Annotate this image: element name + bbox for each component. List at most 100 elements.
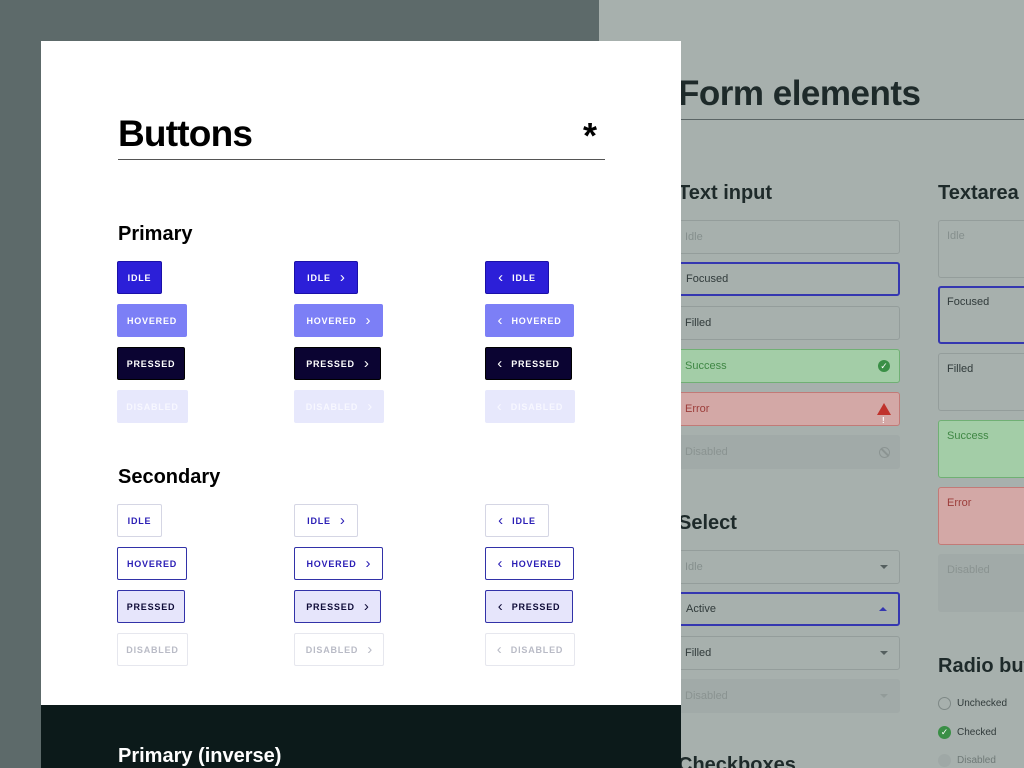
text-input-idle-placeholder: Idle (685, 231, 703, 243)
text-input-heading: Text input (678, 182, 773, 204)
secondary-hovered-button[interactable]: HOVERED (117, 547, 187, 580)
text-input-filled-value: Filled (685, 317, 712, 329)
textarea-filled[interactable]: Filled (938, 353, 1024, 411)
button-label: PRESSED (511, 601, 561, 612)
text-input-success-value: Success (685, 360, 727, 372)
textarea-disabled-value: Disabled (947, 564, 990, 576)
button-label: DISABLED (510, 401, 564, 412)
secondary-pressed-back-button[interactable]: ‹ PRESSED (485, 590, 573, 623)
chevron-left-icon: ‹ (497, 555, 503, 572)
button-label: PRESSED (511, 358, 560, 369)
button-label: DISABLED (305, 644, 359, 655)
chevron-right-icon: › (339, 512, 345, 529)
text-input-idle[interactable]: Idle (678, 220, 900, 254)
chevron-left-icon: ‹ (497, 312, 503, 329)
select-filled[interactable]: Filled (678, 636, 900, 670)
chevron-right-icon: › (365, 555, 371, 572)
button-label: PRESSED (126, 358, 176, 369)
warning-icon (877, 402, 891, 437)
primary-inverse-heading: Primary (inverse) (118, 745, 282, 767)
button-label: IDLE (307, 515, 331, 526)
chevron-right-icon: › (339, 269, 345, 286)
chevron-left-icon: ‹ (498, 269, 504, 286)
secondary-hovered-next-button[interactable]: HOVERED › (294, 547, 383, 580)
select-heading: Select (678, 512, 737, 534)
button-label: DISABLED (126, 401, 179, 412)
chevron-left-icon: ‹ (496, 398, 502, 415)
secondary-idle-next-button[interactable]: IDLE › (294, 504, 358, 537)
primary-pressed-back-button[interactable]: ‹ PRESSED (485, 347, 572, 380)
radio-unchecked-label: Unchecked (957, 698, 1008, 709)
secondary-idle-back-button[interactable]: ‹ IDLE (485, 504, 549, 537)
button-label: IDLE (127, 272, 152, 283)
select-filled-value: Filled (685, 647, 712, 659)
primary-hovered-button[interactable]: HOVERED (117, 304, 187, 337)
radio-checked-label: Checked (957, 727, 997, 738)
text-input-disabled-value: Disabled (685, 446, 728, 458)
textarea-focused[interactable]: Focused (938, 286, 1024, 344)
primary-disabled-next-button: DISABLED › (294, 390, 384, 423)
button-label: HOVERED (511, 315, 562, 326)
textarea-error-value: Error (947, 497, 972, 509)
chevron-down-icon (877, 560, 891, 574)
primary-idle-back-button[interactable]: ‹ IDLE (485, 261, 549, 294)
primary-disabled-button: DISABLED (117, 390, 188, 423)
secondary-hovered-back-button[interactable]: ‹ HOVERED (485, 547, 574, 580)
primary-heading: Primary (118, 223, 193, 245)
secondary-disabled-next-button: DISABLED › (294, 633, 384, 666)
radio-disabled: Disabled (938, 754, 996, 767)
primary-idle-next-button[interactable]: IDLE › (294, 261, 358, 294)
buttons-title: Buttons (118, 113, 253, 154)
primary-idle-button[interactable]: IDLE (117, 261, 162, 294)
select-idle[interactable]: Idle (678, 550, 900, 584)
primary-hovered-next-button[interactable]: HOVERED › (294, 304, 383, 337)
chevron-down-icon (877, 689, 891, 703)
text-input-error[interactable]: Error (678, 392, 900, 437)
button-label: IDLE (127, 515, 152, 526)
button-label: PRESSED (306, 358, 355, 369)
secondary-disabled-back-button: ‹ DISABLED (485, 633, 575, 666)
radio-unchecked[interactable]: Unchecked (938, 697, 1007, 710)
primary-hovered-back-button[interactable]: ‹ HOVERED (485, 304, 574, 337)
check-circle-icon: ✓ (877, 359, 891, 373)
select-active-value: Active (686, 603, 716, 615)
button-label: IDLE (307, 272, 331, 283)
textarea-success-value: Success (947, 430, 989, 442)
radio-checked-icon: ✓ (938, 726, 951, 739)
select-idle-placeholder: Idle (685, 561, 703, 573)
chevron-right-icon: › (367, 641, 373, 658)
button-label: DISABLED (126, 644, 179, 655)
primary-pressed-next-button[interactable]: PRESSED › (294, 347, 381, 380)
select-disabled: Disabled (678, 679, 900, 713)
text-input-filled[interactable]: Filled (678, 306, 900, 340)
radio-checked[interactable]: ✓ Checked (938, 726, 996, 739)
button-label: DISABLED (305, 401, 359, 412)
text-input-success[interactable]: Success ✓ (678, 349, 900, 383)
secondary-pressed-button[interactable]: PRESSED (117, 590, 185, 623)
textarea-success[interactable]: Success (938, 420, 1024, 478)
secondary-pressed-next-button[interactable]: PRESSED › (294, 590, 381, 623)
radio-disabled-icon (938, 754, 951, 767)
chevron-left-icon: ‹ (496, 641, 502, 658)
chevron-down-icon (877, 646, 891, 660)
secondary-heading: Secondary (118, 466, 221, 488)
text-input-focused[interactable]: Focused (678, 262, 900, 296)
textarea-error[interactable]: Error (938, 487, 1024, 545)
select-active[interactable]: Active (678, 592, 900, 626)
secondary-idle-button[interactable]: IDLE (117, 504, 162, 537)
textarea-idle[interactable]: Idle (938, 220, 1024, 278)
radio-circle-icon (938, 697, 951, 710)
radio-disabled-label: Disabled (957, 755, 996, 766)
button-label: PRESSED (306, 601, 355, 612)
text-input-focused-value: Focused (686, 273, 729, 285)
primary-pressed-button[interactable]: PRESSED (117, 347, 185, 380)
checkboxes-heading: Checkboxes (678, 754, 796, 768)
asterisk-icon: * (583, 115, 598, 156)
text-input-error-value: Error (685, 403, 710, 415)
form-elements-title: Form elements (678, 74, 921, 113)
button-label: HOVERED (306, 315, 357, 326)
chevron-left-icon: ‹ (498, 512, 504, 529)
button-label: HOVERED (306, 558, 357, 569)
button-label: HOVERED (511, 558, 562, 569)
chevron-right-icon: › (363, 598, 369, 615)
